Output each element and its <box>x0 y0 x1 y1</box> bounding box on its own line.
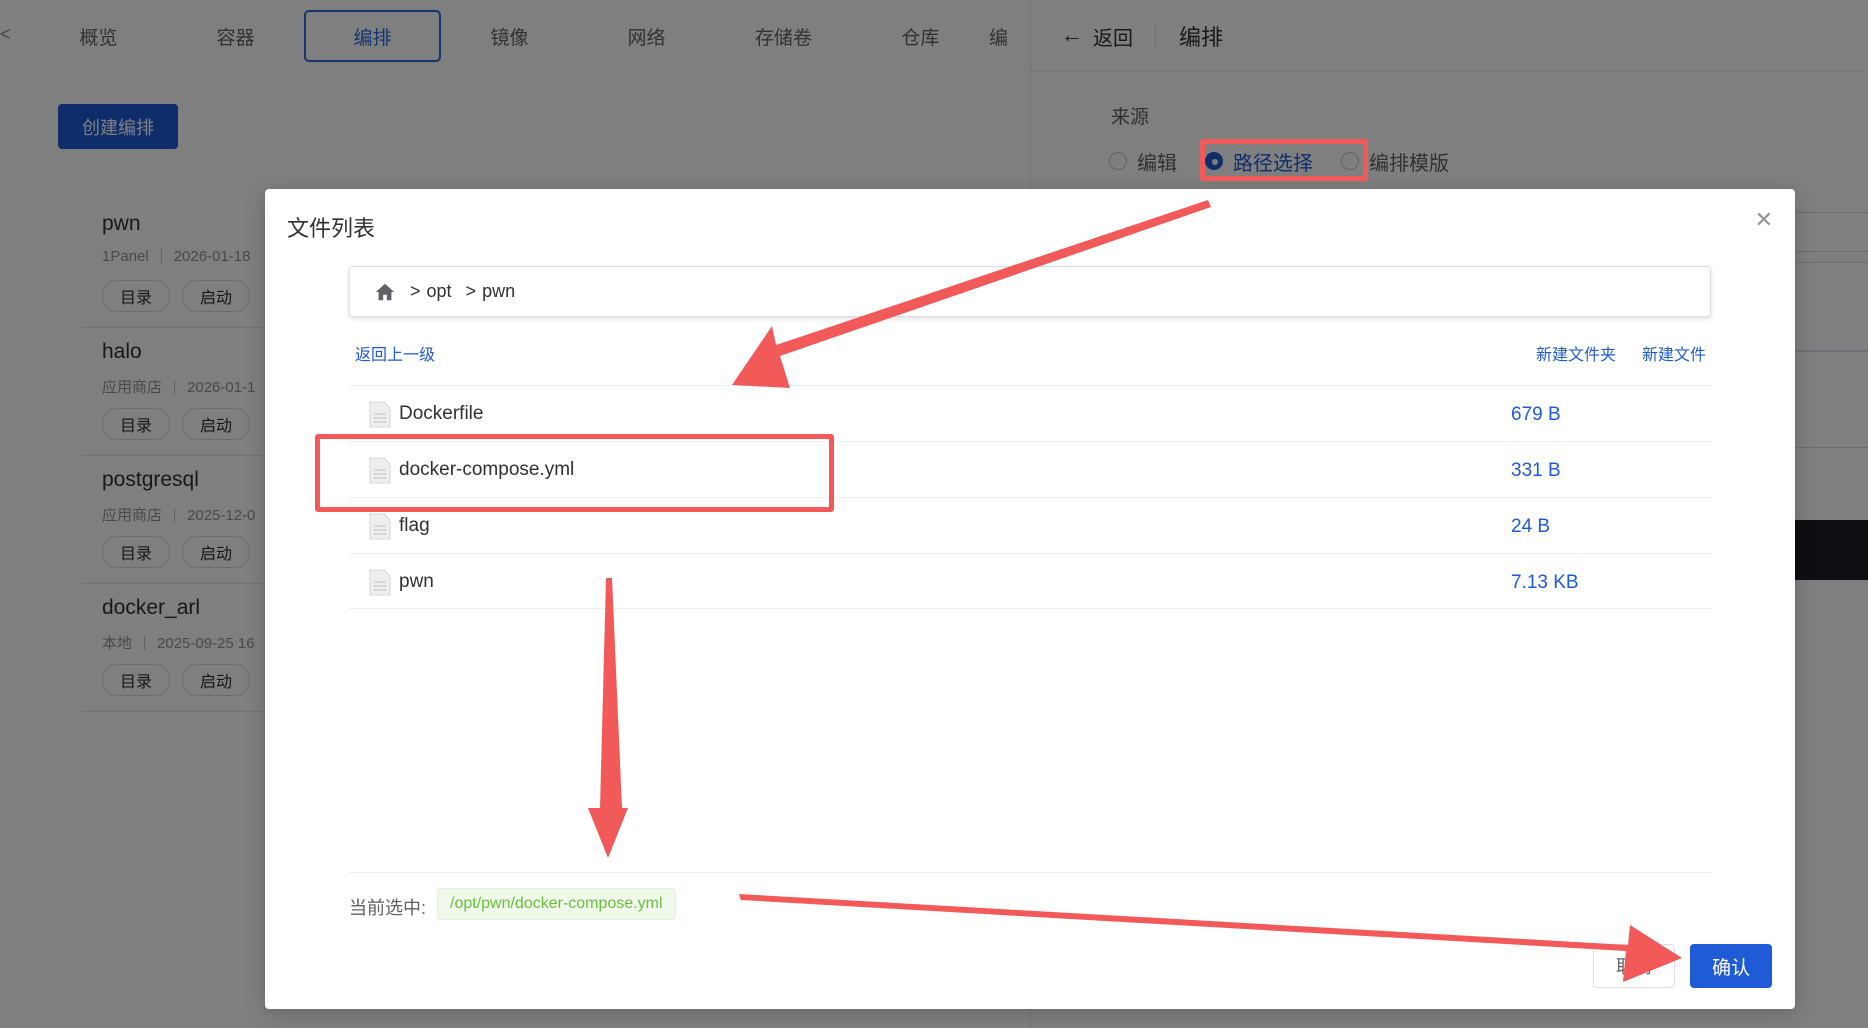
file-size: 24 B <box>1511 516 1551 537</box>
home-icon[interactable] <box>374 281 396 303</box>
new-file-link[interactable]: 新建文件 <box>1642 341 1706 365</box>
breadcrumb-item[interactable]: > pwn <box>466 281 516 302</box>
file-list-dialog: 文件列表 ✕ > opt > pwn 返回上一级 新建文件夹 新建文件 Docker… <box>265 189 1795 1009</box>
current-selection-label: 当前选中: <box>349 898 427 918</box>
annotation-box <box>1200 139 1368 181</box>
file-size: 331 B <box>1511 460 1561 481</box>
annotation-box <box>315 434 834 512</box>
breadcrumb: > opt > pwn <box>349 266 1711 317</box>
file-size: 7.13 KB <box>1511 572 1579 593</box>
breadcrumb-item[interactable]: > opt <box>410 281 452 302</box>
dialog-title: 文件列表 <box>287 216 376 241</box>
breadcrumb-label: opt <box>426 281 452 301</box>
file-icon <box>369 569 391 596</box>
confirm-button[interactable]: 确认 <box>1690 944 1772 988</box>
breadcrumb-label: pwn <box>482 281 516 301</box>
file-name[interactable]: Dockerfile <box>399 403 483 425</box>
file-icon <box>369 401 391 428</box>
file-name[interactable]: flag <box>399 515 430 537</box>
back-up-link[interactable]: 返回上一级 <box>355 341 435 365</box>
cancel-button[interactable]: 取消 <box>1593 944 1675 988</box>
divider <box>349 872 1711 873</box>
file-name[interactable]: pwn <box>399 571 434 593</box>
close-icon[interactable]: ✕ <box>1755 207 1773 233</box>
current-selection-tag: /opt/pwn/docker-compose.yml <box>437 888 676 920</box>
new-folder-link[interactable]: 新建文件夹 <box>1536 341 1616 365</box>
file-icon <box>369 513 391 540</box>
file-size: 679 B <box>1511 404 1561 425</box>
table-row[interactable]: Dockerfile 679 B <box>349 385 1711 441</box>
table-row[interactable]: pwn 7.13 KB <box>349 553 1711 609</box>
